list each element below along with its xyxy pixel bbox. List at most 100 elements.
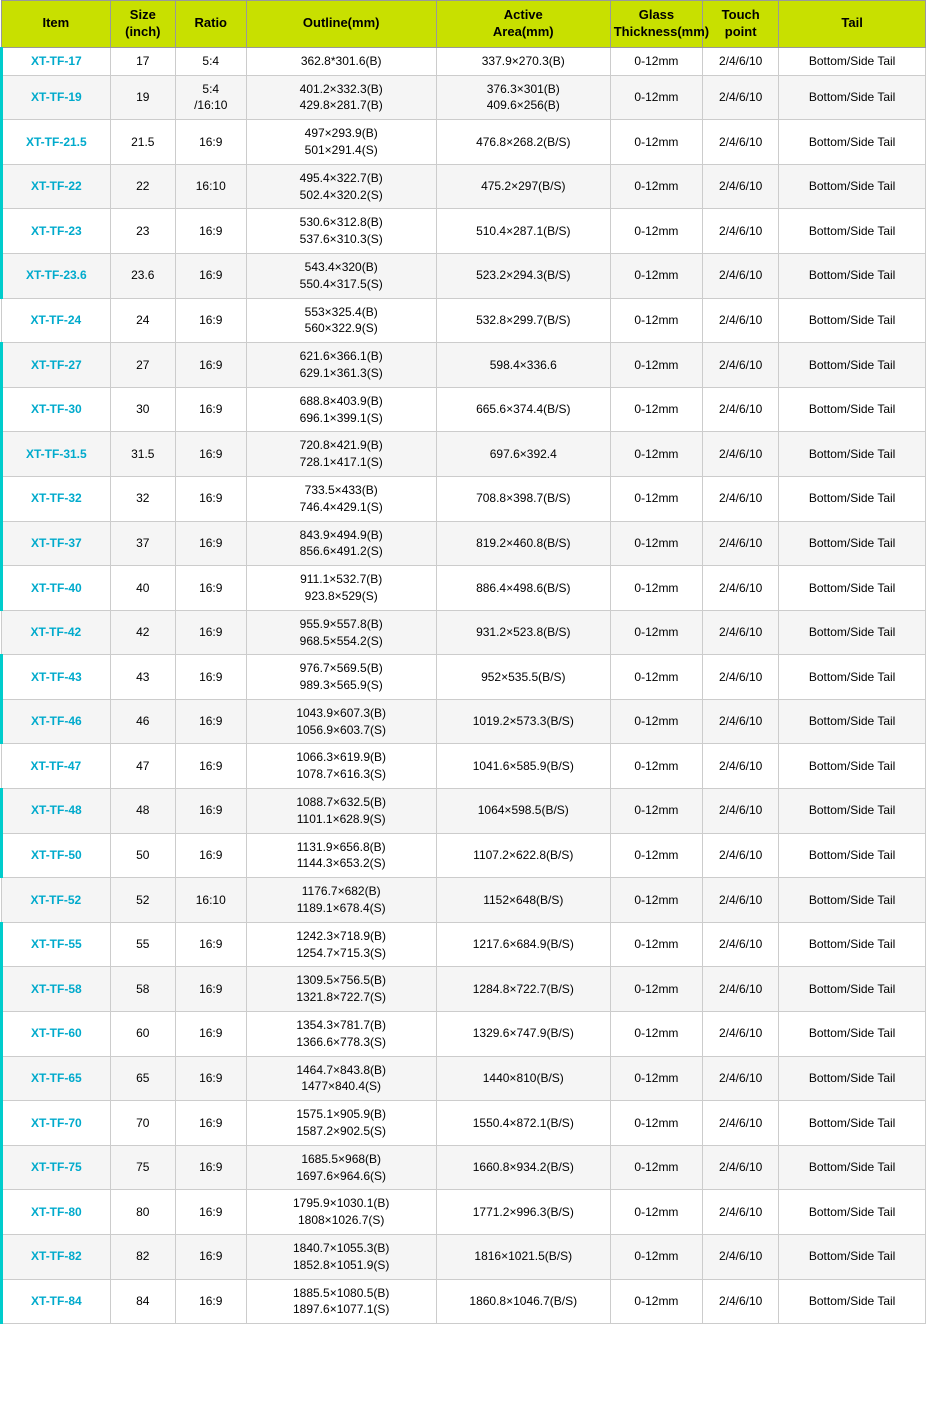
data-cell: 1066.3×619.9(B)1078.7×616.3(S) [246,744,436,789]
data-cell: 43 [110,655,175,700]
data-cell: Bottom/Side Tail [779,253,926,298]
data-cell: 2/4/6/10 [703,120,779,165]
data-cell: 30 [110,387,175,432]
data-cell: 598.4×336.6 [436,343,610,388]
data-cell: 16:10 [175,878,246,923]
data-cell: 0-12mm [610,120,702,165]
data-cell: 0-12mm [610,878,702,923]
table-row: XT-TF-242416:9553×325.4(B)560×322.9(S)53… [2,298,926,343]
data-cell: 1176.7×682(B)1189.1×678.4(S) [246,878,436,923]
data-cell: Bottom/Side Tail [779,75,926,120]
data-cell: 0-12mm [610,699,702,744]
data-cell: 1575.1×905.9(B)1587.2×902.5(S) [246,1101,436,1146]
data-cell: 0-12mm [610,209,702,254]
data-cell: 37 [110,521,175,566]
data-cell: 0-12mm [610,610,702,655]
data-cell: 1329.6×747.9(B/S) [436,1012,610,1057]
data-cell: 24 [110,298,175,343]
data-cell: 2/4/6/10 [703,75,779,120]
data-cell: 1088.7×632.5(B)1101.1×628.9(S) [246,789,436,834]
data-cell: 50 [110,833,175,878]
data-cell: 1840.7×1055.3(B)1852.8×1051.9(S) [246,1235,436,1280]
data-cell: 931.2×523.8(B/S) [436,610,610,655]
table-row: XT-TF-21.521.516:9497×293.9(B)501×291.4(… [2,120,926,165]
data-cell: 510.4×287.1(B/S) [436,209,610,254]
data-cell: 2/4/6/10 [703,164,779,209]
data-cell: Bottom/Side Tail [779,1235,926,1280]
data-cell: 2/4/6/10 [703,878,779,923]
item-cell: XT-TF-75 [2,1145,111,1190]
data-cell: 31.5 [110,432,175,477]
data-cell: 75 [110,1145,175,1190]
data-cell: 47 [110,744,175,789]
data-cell: 16:9 [175,387,246,432]
data-cell: 80 [110,1190,175,1235]
data-cell: 530.6×312.8(B)537.6×310.3(S) [246,209,436,254]
data-cell: 84 [110,1279,175,1324]
data-cell: Bottom/Side Tail [779,610,926,655]
data-cell: 2/4/6/10 [703,610,779,655]
data-cell: 2/4/6/10 [703,1145,779,1190]
data-cell: Bottom/Side Tail [779,1279,926,1324]
data-cell: 2/4/6/10 [703,1012,779,1057]
data-cell: 0-12mm [610,744,702,789]
data-cell: 621.6×366.1(B)629.1×361.3(S) [246,343,436,388]
table-row: XT-TF-848416:91885.5×1080.5(B)1897.6×107… [2,1279,926,1324]
data-cell: 16:9 [175,967,246,1012]
data-cell: Bottom/Side Tail [779,1190,926,1235]
data-cell: 720.8×421.9(B)728.1×417.1(S) [246,432,436,477]
item-cell: XT-TF-40 [2,566,111,611]
table-row: XT-TF-606016:91354.3×781.7(B)1366.6×778.… [2,1012,926,1057]
table-row: XT-TF-17175:4362.8*301.6(B)337.9×270.3(B… [2,47,926,75]
data-cell: 27 [110,343,175,388]
item-cell: XT-TF-21.5 [2,120,111,165]
data-cell: Bottom/Side Tail [779,47,926,75]
table-body: XT-TF-17175:4362.8*301.6(B)337.9×270.3(B… [2,47,926,1323]
data-cell: Bottom/Side Tail [779,432,926,477]
data-cell: 2/4/6/10 [703,566,779,611]
data-cell: 843.9×494.9(B)856.6×491.2(S) [246,521,436,566]
product-table: ItemSize(inch)RatioOutline(mm)ActiveArea… [0,0,926,1324]
item-cell: XT-TF-55 [2,922,111,967]
table-row: XT-TF-272716:9621.6×366.1(B)629.1×361.3(… [2,343,926,388]
item-cell: XT-TF-31.5 [2,432,111,477]
data-cell: 2/4/6/10 [703,253,779,298]
data-cell: 532.8×299.7(B/S) [436,298,610,343]
data-cell: 1550.4×872.1(B/S) [436,1101,610,1146]
item-cell: XT-TF-30 [2,387,111,432]
item-cell: XT-TF-19 [2,75,111,120]
col-header-tail: Tail [779,1,926,48]
data-cell: 16:10 [175,164,246,209]
data-cell: 0-12mm [610,343,702,388]
data-cell: 0-12mm [610,1012,702,1057]
data-cell: Bottom/Side Tail [779,1056,926,1101]
data-cell: 16:9 [175,566,246,611]
col-header-touch_point: Touchpoint [703,1,779,48]
data-cell: 16:9 [175,521,246,566]
data-cell: Bottom/Side Tail [779,922,926,967]
item-cell: XT-TF-17 [2,47,111,75]
data-cell: 0-12mm [610,164,702,209]
data-cell: 55 [110,922,175,967]
data-cell: 1019.2×573.3(B/S) [436,699,610,744]
data-cell: 2/4/6/10 [703,1056,779,1101]
data-cell: 553×325.4(B)560×322.9(S) [246,298,436,343]
data-cell: Bottom/Side Tail [779,476,926,521]
table-row: XT-TF-585816:91309.5×756.5(B)1321.8×722.… [2,967,926,1012]
item-cell: XT-TF-47 [2,744,111,789]
data-cell: 2/4/6/10 [703,209,779,254]
data-cell: Bottom/Side Tail [779,699,926,744]
data-cell: Bottom/Side Tail [779,298,926,343]
table-row: XT-TF-656516:91464.7×843.8(B)1477×840.4(… [2,1056,926,1101]
data-cell: 5:4 [175,47,246,75]
data-cell: 1064×598.5(B/S) [436,789,610,834]
data-cell: 2/4/6/10 [703,833,779,878]
col-header-size: Size(inch) [110,1,175,48]
data-cell: 16:9 [175,1145,246,1190]
item-cell: XT-TF-82 [2,1235,111,1280]
data-cell: 16:9 [175,1190,246,1235]
data-cell: 0-12mm [610,922,702,967]
col-header-ratio: Ratio [175,1,246,48]
data-cell: 362.8*301.6(B) [246,47,436,75]
item-cell: XT-TF-37 [2,521,111,566]
